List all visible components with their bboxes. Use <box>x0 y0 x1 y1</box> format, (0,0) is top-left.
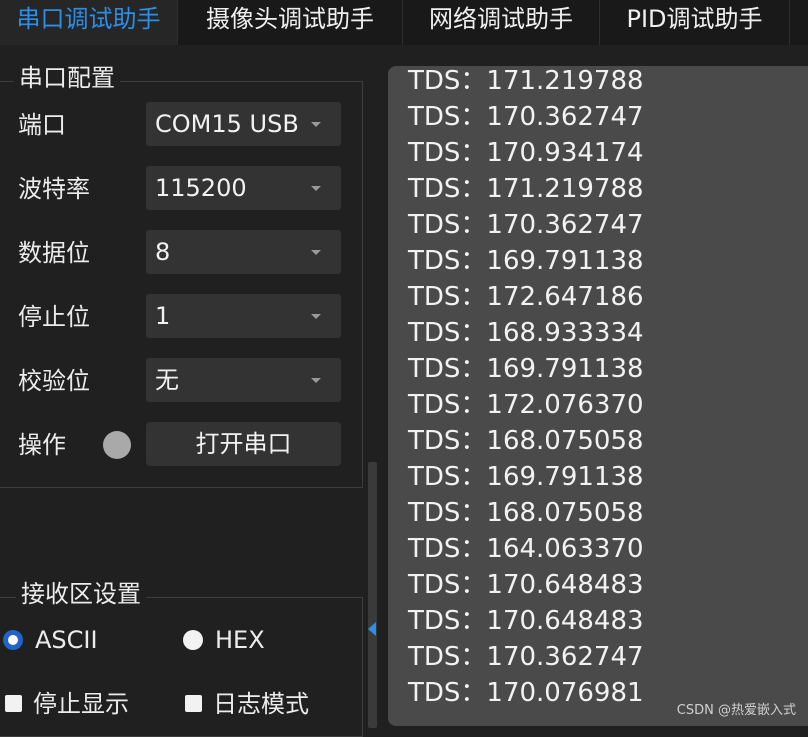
port-value: COM15 USB <box>155 110 299 138</box>
hex-label: HEX <box>215 626 265 654</box>
tab-network-assistant[interactable]: 网络调试助手 <box>403 0 600 45</box>
receive-lines: TDS：171.219788 TDS：170.362747 TDS：170.9341… <box>408 66 644 711</box>
hex-radio[interactable] <box>183 630 203 650</box>
left-panel-scrollbar[interactable] <box>368 462 377 728</box>
baud-select[interactable]: 115200 <box>146 166 341 210</box>
receive-line: TDS：168.075058 <box>408 426 644 456</box>
receive-line: TDS：170.362747 <box>408 102 644 132</box>
receive-line: TDS：170.648483 <box>408 606 644 636</box>
receive-line: TDS：170.362747 <box>408 642 644 672</box>
receive-line: TDS：172.076370 <box>408 390 644 420</box>
receive-line: TDS：170.362747 <box>408 210 644 240</box>
log-mode-label: 日志模式 <box>213 690 309 718</box>
databits-value: 8 <box>155 238 171 266</box>
databits-label: 数据位 <box>18 239 90 267</box>
tab-bar: 串口调试助手 摄像头调试助手 网络调试助手 PID调试助手 <box>0 0 808 45</box>
port-select[interactable]: COM15 USB <box>146 102 341 146</box>
receive-line: TDS：170.934174 <box>408 138 644 168</box>
databits-select[interactable]: 8 <box>146 230 341 274</box>
stop-display-label: 停止显示 <box>33 690 129 718</box>
chevron-down-icon <box>311 378 321 383</box>
baud-label: 波特率 <box>18 175 90 203</box>
chevron-down-icon <box>311 250 321 255</box>
chevron-down-icon <box>311 186 321 191</box>
stopbits-value: 1 <box>155 302 171 330</box>
log-mode-checkbox[interactable] <box>185 695 202 712</box>
receive-line: TDS：169.791138 <box>408 246 644 276</box>
receive-line: TDS：170.648483 <box>408 570 644 600</box>
open-port-button[interactable]: 打开串口 <box>146 422 341 466</box>
stopbits-select[interactable]: 1 <box>146 294 341 338</box>
ascii-radio[interactable] <box>3 630 23 650</box>
receive-line: TDS：171.219788 <box>408 66 644 96</box>
operation-label: 操作 <box>18 431 66 459</box>
collapse-arrow-icon[interactable] <box>368 622 376 636</box>
chevron-down-icon <box>311 122 321 127</box>
status-indicator-icon <box>103 431 131 459</box>
parity-value: 无 <box>155 366 179 394</box>
receive-line: TDS：168.075058 <box>408 498 644 528</box>
parity-select[interactable]: 无 <box>146 358 341 402</box>
tab-pid-assistant[interactable]: PID调试助手 <box>600 0 790 45</box>
stop-display-checkbox[interactable] <box>5 695 22 712</box>
receive-line: TDS：169.791138 <box>408 462 644 492</box>
chevron-down-icon <box>311 314 321 319</box>
receive-line: TDS：169.791138 <box>408 354 644 384</box>
receive-line: TDS：164.063370 <box>408 534 644 564</box>
receive-settings-title: 接收区设置 <box>16 580 146 608</box>
watermark: CSDN @热爱嵌入式 <box>676 703 796 718</box>
stopbits-label: 停止位 <box>18 303 90 331</box>
ascii-label: ASCII <box>35 626 98 654</box>
serial-config-title: 串口配置 <box>14 64 120 92</box>
baud-value: 115200 <box>155 174 247 202</box>
tab-camera-assistant[interactable]: 摄像头调试助手 <box>178 0 403 45</box>
port-label: 端口 <box>18 111 66 139</box>
parity-label: 校验位 <box>18 367 90 395</box>
receive-line: TDS：168.933334 <box>408 318 644 348</box>
receive-text-area[interactable]: TDS：171.219788 TDS：170.362747 TDS：170.9341… <box>388 66 808 726</box>
receive-line: TDS：171.219788 <box>408 174 644 204</box>
tab-serial-assistant[interactable]: 串口调试助手 <box>0 0 178 45</box>
receive-line: TDS：172.647186 <box>408 282 644 312</box>
receive-line: TDS：170.076981 <box>408 678 644 708</box>
